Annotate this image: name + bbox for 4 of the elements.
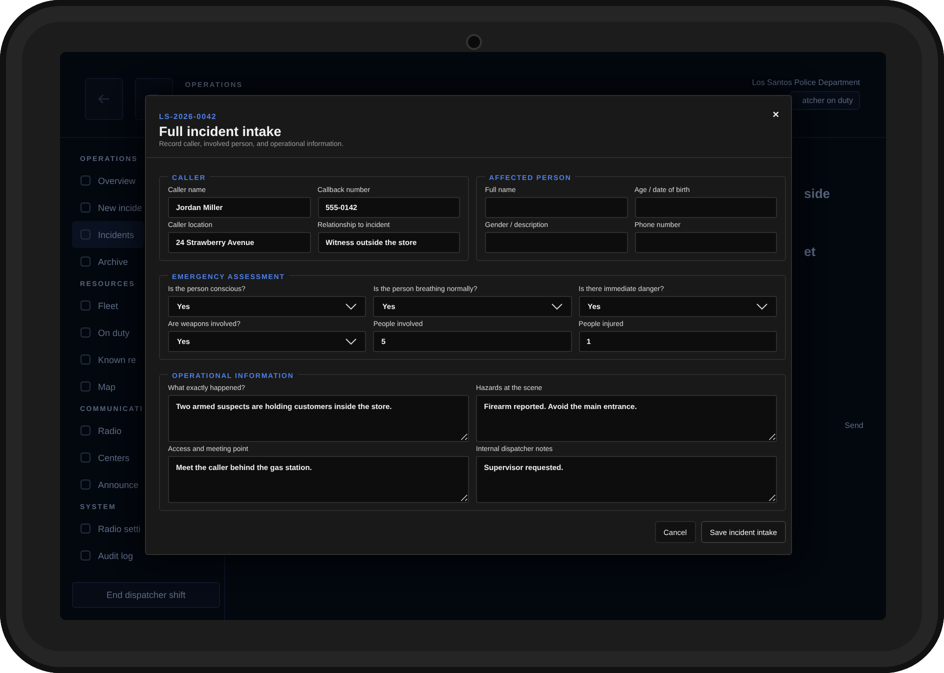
organization-name: Los Santos Police Department: [752, 78, 860, 87]
modal-title: Full incident intake: [159, 124, 282, 139]
incident-heading: et: [804, 244, 817, 261]
incident-heading: side: [804, 186, 832, 203]
